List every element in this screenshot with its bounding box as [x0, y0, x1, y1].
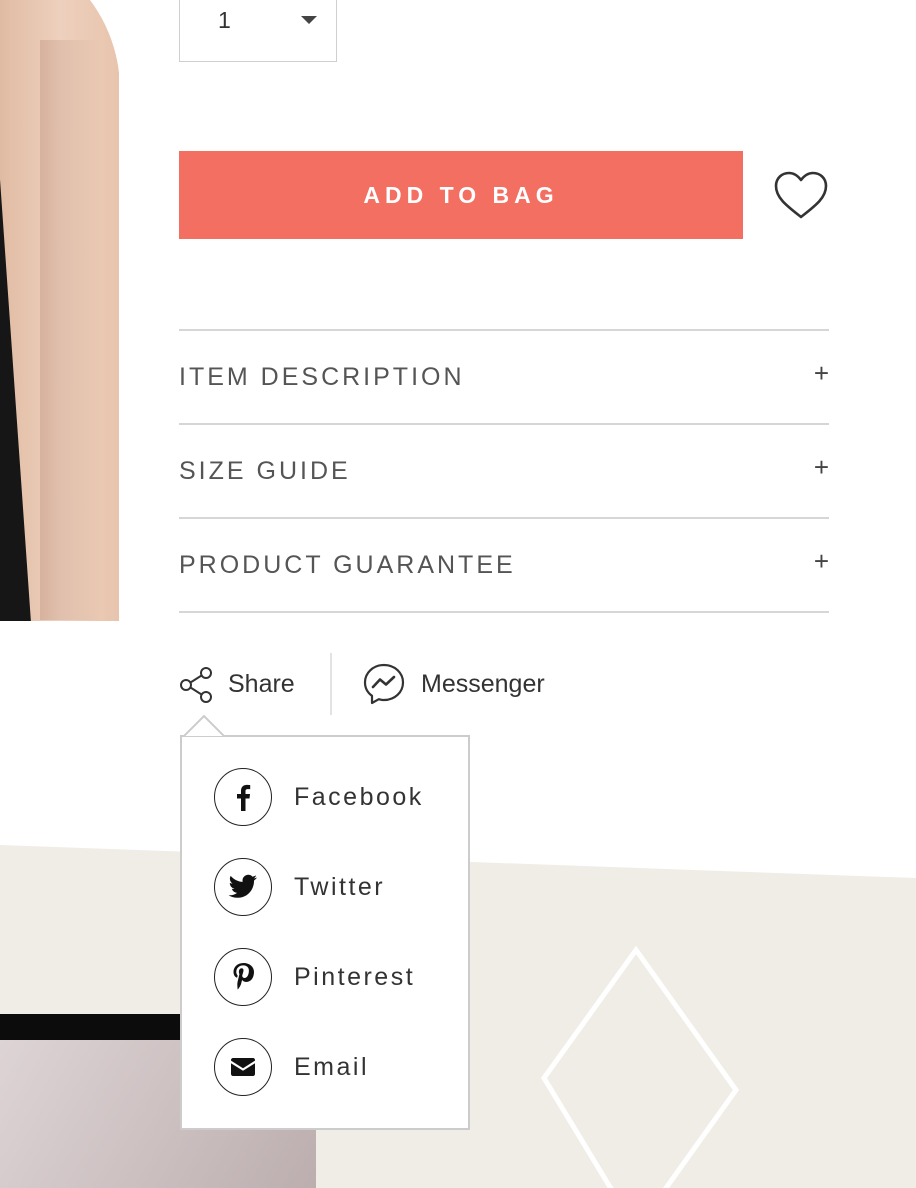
share-twitter[interactable]: Twitter — [214, 858, 454, 920]
photo-shadow — [40, 40, 100, 620]
plus-icon: + — [813, 452, 829, 482]
share-menu: Facebook Twitter Pinterest Email — [180, 735, 470, 1130]
accordion-label: SIZE GUIDE — [179, 457, 351, 485]
plus-icon: + — [813, 546, 829, 576]
share-facebook[interactable]: Facebook — [214, 768, 454, 830]
pinterest-icon — [214, 948, 272, 1006]
heart-icon[interactable] — [773, 170, 829, 222]
share-icon — [180, 667, 212, 703]
share-email[interactable]: Email — [214, 1038, 454, 1100]
quantity-value: 1 — [218, 7, 231, 33]
accordion-item-description[interactable]: ITEM DESCRIPTION + — [179, 331, 829, 423]
accordion-label: ITEM DESCRIPTION — [179, 363, 465, 391]
popover-caret — [184, 714, 224, 736]
chevron-down-icon — [301, 16, 317, 24]
share-button[interactable]: Share — [179, 662, 309, 706]
promo-black-bar — [0, 1014, 190, 1042]
product-photo — [0, 0, 119, 621]
accordion-label: PRODUCT GUARANTEE — [179, 551, 516, 579]
share-pinterest[interactable]: Pinterest — [214, 948, 454, 1010]
share-twitter-label: Twitter — [294, 873, 386, 901]
share-divider — [330, 653, 332, 715]
quantity-select[interactable]: 1 — [179, 0, 337, 62]
messenger-icon — [363, 663, 405, 705]
email-icon — [214, 1038, 272, 1096]
accordion-size-guide[interactable]: SIZE GUIDE + — [179, 425, 829, 517]
accordion-divider — [179, 611, 829, 613]
twitter-icon — [214, 858, 272, 916]
messenger-button[interactable]: Messenger — [362, 662, 572, 706]
share-pinterest-label: Pinterest — [294, 963, 416, 991]
add-to-bag-button[interactable]: ADD TO BAG — [179, 151, 743, 239]
share-facebook-label: Facebook — [294, 783, 424, 811]
accordion-product-guarantee[interactable]: PRODUCT GUARANTEE + — [179, 519, 829, 611]
messenger-label: Messenger — [421, 670, 545, 698]
diamond-decoration — [541, 946, 740, 1188]
plus-icon: + — [813, 358, 829, 388]
share-email-label: Email — [294, 1053, 370, 1081]
facebook-icon — [214, 768, 272, 826]
share-label: Share — [228, 670, 295, 698]
